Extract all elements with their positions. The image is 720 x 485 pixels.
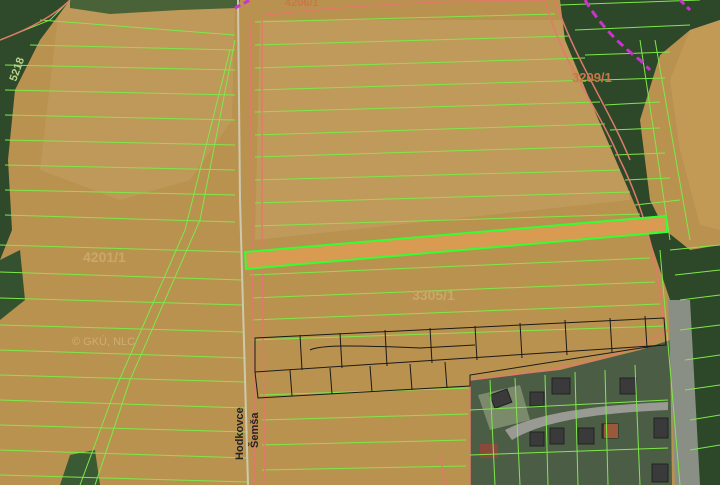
map-watermark: © GKÚ, NLC [72,335,135,348]
parcel-label-3209-1: 3209/1 [572,70,612,85]
cadastral-map[interactable]: 4201/1 3305/1 3209/1 4206/1 5218 Hodkovc… [0,0,720,485]
building-red-roof [480,444,498,458]
road-label-line1: Hodkovce [234,407,246,460]
parcel-label-4201-1: 4201/1 [83,249,126,265]
parcel-label-3305-1: 3305/1 [412,287,455,303]
road-label-line2: Šemša [248,412,261,448]
parcel-label-4206-1: 4206/1 [285,0,319,9]
map-canvas[interactable]: 4201/1 3305/1 3209/1 4206/1 5218 Hodkovc… [0,0,720,485]
